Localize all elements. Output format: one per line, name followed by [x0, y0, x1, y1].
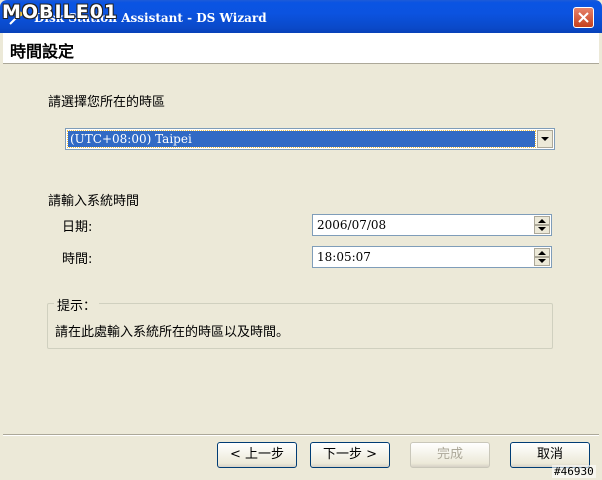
time-stepper[interactable]: 18:05:07: [312, 246, 552, 268]
hint-groupbox: 提示： 請在此處輸入系統所在的時區以及時間。: [47, 295, 553, 349]
time-value: 18:05:07: [317, 250, 371, 264]
wizard-window: Disk Station Assistant - DS Wizard MOBIL…: [0, 0, 602, 480]
date-decrement-button[interactable]: [534, 225, 550, 234]
watermark-id: #46930: [552, 465, 596, 478]
chevron-down-icon: [541, 137, 549, 141]
close-icon: [578, 12, 589, 23]
footer-divider: [3, 434, 599, 436]
time-label: 時間:: [62, 252, 93, 267]
next-button[interactable]: 下一步 >: [310, 442, 390, 468]
watermark-logo: MOBILE01: [2, 1, 119, 23]
timezone-prompt: 請選擇您所在的時區: [48, 95, 166, 110]
date-spinner-buttons: [534, 216, 550, 234]
timezone-dropdown-button[interactable]: [537, 130, 553, 148]
time-increment-button[interactable]: [534, 248, 550, 257]
page-title: 時間設定: [10, 42, 75, 61]
time-spinner-buttons: [534, 248, 550, 266]
wizard-content: 請選擇您所在的時區 (UTC+08:00) Taipei 請輸入系統時間 日期:…: [3, 64, 599, 434]
date-increment-button[interactable]: [534, 216, 550, 225]
hint-text: 請在此處輸入系統所在的時區以及時間。: [55, 325, 290, 340]
close-button[interactable]: [573, 7, 594, 28]
finish-button[interactable]: 完成: [410, 442, 490, 468]
time-decrement-button[interactable]: [534, 257, 550, 266]
arrow-up-icon: [538, 251, 546, 255]
timezone-selected-value: (UTC+08:00) Taipei: [67, 130, 536, 148]
title-bar[interactable]: Disk Station Assistant - DS Wizard MOBIL…: [0, 0, 602, 33]
arrow-down-icon: [538, 259, 546, 263]
hint-title: 提示：: [54, 295, 100, 314]
back-button[interactable]: < 上一步: [217, 442, 297, 468]
arrow-up-icon: [538, 219, 546, 223]
date-label: 日期:: [62, 220, 93, 235]
wizard-header: 時間設定: [3, 33, 599, 64]
arrow-down-icon: [538, 227, 546, 231]
date-value: 2006/07/08: [317, 218, 387, 232]
timezone-select[interactable]: (UTC+08:00) Taipei: [65, 128, 555, 150]
system-time-prompt: 請輸入系統時間: [48, 194, 140, 209]
date-stepper[interactable]: 2006/07/08: [312, 214, 552, 236]
